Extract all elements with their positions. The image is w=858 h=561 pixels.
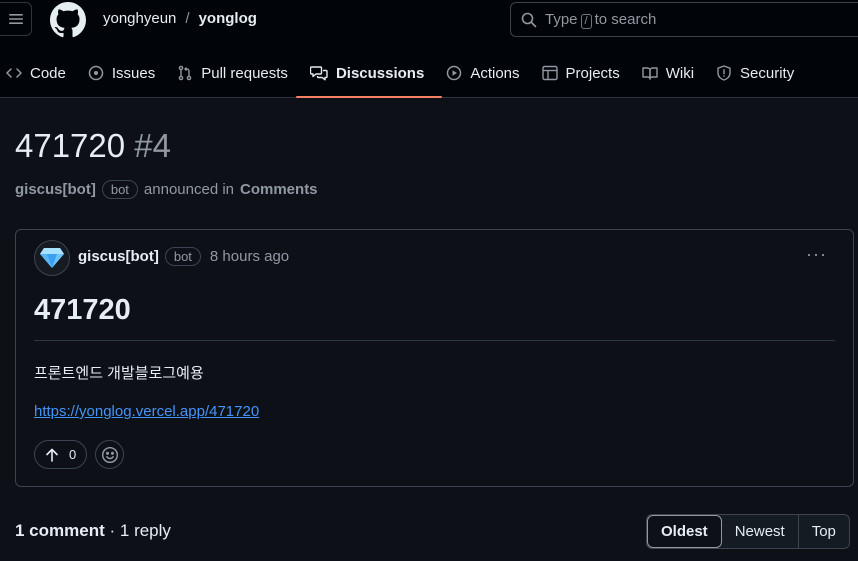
reply-count-label: 1 reply bbox=[119, 521, 171, 540]
discussion-title: 471720 #4 bbox=[15, 127, 171, 165]
upvote-button[interactable]: 0 bbox=[34, 440, 88, 469]
sort-top-button[interactable]: Top bbox=[799, 515, 849, 548]
search-placeholder: Type / to search bbox=[545, 10, 657, 29]
tab-actions-label: Actions bbox=[470, 64, 520, 82]
reactions: 0 bbox=[34, 440, 125, 469]
discussion-icon bbox=[309, 66, 328, 81]
tab-actions[interactable]: Actions bbox=[440, 55, 529, 91]
post-timestamp[interactable]: 8 hours ago bbox=[210, 248, 289, 265]
discussion-title-text: 471720 bbox=[15, 127, 126, 164]
post-header: giscus[bot] bot 8 hours ago bbox=[78, 247, 289, 266]
menu-button[interactable] bbox=[0, 2, 32, 36]
github-logo-icon[interactable] bbox=[50, 2, 86, 38]
tab-security-label: Security bbox=[740, 64, 795, 82]
tab-projects-label: Projects bbox=[565, 64, 620, 82]
repo-link[interactable]: yonglog bbox=[199, 10, 257, 27]
post-link[interactable]: https://yonglog.vercel.app/471720 bbox=[34, 403, 259, 420]
search-shortcut-key: / bbox=[580, 13, 592, 29]
sort-oldest-button[interactable]: Oldest bbox=[647, 515, 722, 548]
book-icon bbox=[642, 67, 658, 80]
repo-nav: Code Issues Pull requests Discussions Ac… bbox=[0, 55, 810, 98]
tab-code-label: Code bbox=[30, 64, 66, 82]
discussion-number: #4 bbox=[134, 127, 172, 164]
arrow-up-icon bbox=[46, 448, 58, 462]
pull-request-icon bbox=[178, 65, 192, 81]
sort-newest-button[interactable]: Newest bbox=[722, 515, 799, 548]
tab-issues[interactable]: Issues bbox=[82, 55, 165, 91]
tab-pull-requests-label: Pull requests bbox=[201, 64, 288, 82]
byline-author-link[interactable]: giscus[bot] bbox=[15, 181, 96, 198]
tab-discussions[interactable]: Discussions bbox=[295, 55, 443, 98]
search-icon bbox=[521, 12, 537, 27]
more-options-icon[interactable]: ··· bbox=[806, 244, 827, 265]
smiley-icon bbox=[101, 446, 118, 463]
tab-projects[interactable]: Projects bbox=[536, 55, 630, 91]
add-reaction-button[interactable] bbox=[95, 440, 125, 469]
comment-count: 1 comment · 1 reply bbox=[15, 521, 171, 541]
category-link[interactable]: Comments bbox=[240, 181, 318, 198]
post-divider bbox=[34, 340, 835, 341]
post-bot-badge: bot bbox=[164, 247, 201, 266]
post-author-link[interactable]: giscus[bot] bbox=[78, 248, 159, 265]
comment-count-label: 1 comment bbox=[15, 521, 105, 540]
owner-link[interactable]: yonghyeun bbox=[103, 10, 176, 27]
play-icon bbox=[447, 65, 462, 81]
app-header: yonghyeun / yonglog Type / to search Code … bbox=[0, 0, 858, 98]
bot-badge: bot bbox=[101, 180, 138, 199]
search-input[interactable]: Type / to search bbox=[510, 2, 858, 37]
sort-toggle: Oldest Newest Top bbox=[646, 514, 850, 549]
tab-code[interactable]: Code bbox=[0, 55, 76, 91]
breadcrumb: yonghyeun / yonglog bbox=[103, 10, 257, 27]
upvote-count: 0 bbox=[69, 447, 77, 462]
table-icon bbox=[541, 65, 558, 81]
diamond-icon bbox=[40, 248, 64, 268]
tab-security[interactable]: Security bbox=[710, 55, 804, 91]
hamburger-icon bbox=[8, 14, 23, 24]
tab-wiki-label: Wiki bbox=[665, 64, 695, 82]
tab-discussions-label: Discussions bbox=[335, 64, 425, 82]
breadcrumb-separator: / bbox=[185, 10, 190, 27]
comment-count-separator: · bbox=[109, 521, 116, 540]
post-title: 471720 bbox=[34, 294, 131, 326]
post-body: 프론트엔드 개발블로그예용 bbox=[34, 365, 204, 382]
code-icon bbox=[6, 68, 22, 78]
tab-issues-label: Issues bbox=[111, 64, 156, 82]
tab-wiki[interactable]: Wiki bbox=[636, 55, 704, 91]
issue-icon bbox=[88, 65, 104, 81]
tab-pull-requests[interactable]: Pull requests bbox=[171, 55, 298, 91]
discussion-post: giscus[bot] bot 8 hours ago ··· 471720 프… bbox=[15, 229, 854, 487]
byline-announced-text: announced in bbox=[143, 181, 235, 198]
avatar[interactable] bbox=[34, 240, 70, 276]
shield-icon bbox=[717, 65, 731, 81]
discussion-byline: giscus[bot] bot announced in Comments bbox=[15, 180, 318, 199]
